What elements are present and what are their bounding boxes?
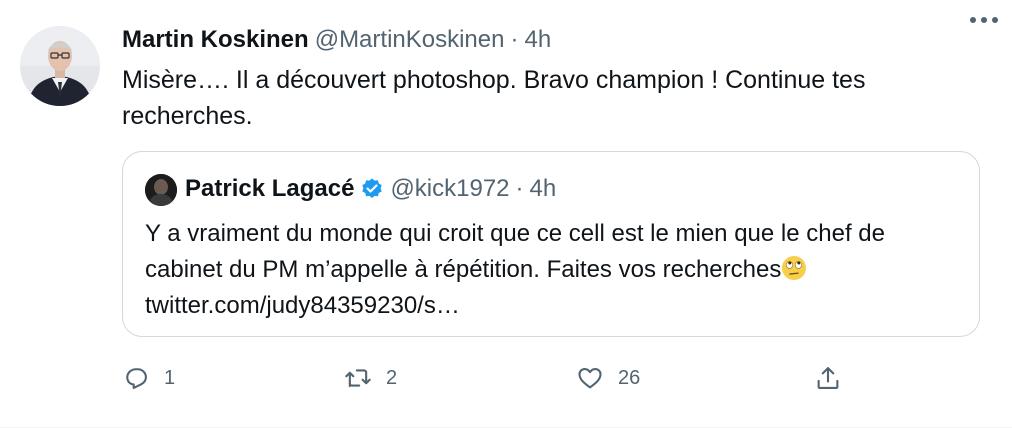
verified-badge-icon bbox=[360, 177, 384, 201]
tweet-actions: 1 2 26 bbox=[122, 358, 862, 398]
reply-icon bbox=[126, 368, 147, 389]
quoted-text-body: Y a vraiment du monde qui croit que ce c… bbox=[145, 220, 885, 283]
retweet-icon bbox=[345, 369, 371, 388]
quoted-tweet[interactable]: Patrick Lagacé @kick1972 · 4h Y a vraime… bbox=[122, 151, 980, 337]
quoted-author-avatar bbox=[145, 174, 177, 206]
tweet-timestamp[interactable]: 4h bbox=[524, 24, 551, 56]
more-dots-icon bbox=[970, 17, 998, 23]
reply-count: 1 bbox=[164, 366, 176, 389]
tweet-header: Martin Koskinen @MartinKoskinen · 4h bbox=[122, 24, 982, 56]
quoted-author-handle: @kick1972 bbox=[390, 175, 510, 202]
tweet-text: Misère…. Il a découvert photoshop. Bravo… bbox=[122, 66, 866, 130]
avatar-photo bbox=[20, 26, 100, 106]
retweet-button[interactable]: 2 bbox=[344, 358, 397, 398]
quoted-separator: · bbox=[515, 175, 524, 202]
author-handle[interactable]: @MartinKoskinen bbox=[315, 24, 505, 56]
heart-icon bbox=[578, 367, 602, 389]
quoted-author-name: Patrick Lagacé bbox=[185, 175, 355, 202]
share-button[interactable] bbox=[814, 358, 856, 398]
quoted-link[interactable]: twitter.com/judy84359230/s… bbox=[145, 292, 460, 319]
tweet[interactable]: Martin Koskinen @MartinKoskinen · 4h Mis… bbox=[0, 0, 1012, 428]
retweet-count: 2 bbox=[386, 366, 398, 389]
quoted-avatar-photo bbox=[145, 174, 177, 206]
tweet-content: Martin Koskinen @MartinKoskinen · 4h Mis… bbox=[122, 24, 982, 134]
header-separator: · bbox=[510, 26, 519, 53]
author-name[interactable]: Martin Koskinen bbox=[122, 24, 309, 56]
share-icon bbox=[817, 367, 839, 389]
quoted-text: Y a vraiment du monde qui croit que ce c… bbox=[145, 216, 965, 324]
more-options-button[interactable] bbox=[964, 8, 1004, 32]
reply-button[interactable]: 1 bbox=[122, 358, 175, 398]
like-count: 26 bbox=[618, 366, 641, 389]
face-with-rolling-eyes-emoji-icon bbox=[781, 255, 807, 281]
quoted-timestamp: 4h bbox=[529, 175, 557, 202]
author-avatar[interactable] bbox=[20, 26, 100, 106]
quoted-header: Patrick Lagacé @kick1972 · 4h bbox=[185, 172, 556, 206]
like-button[interactable]: 26 bbox=[576, 358, 640, 398]
